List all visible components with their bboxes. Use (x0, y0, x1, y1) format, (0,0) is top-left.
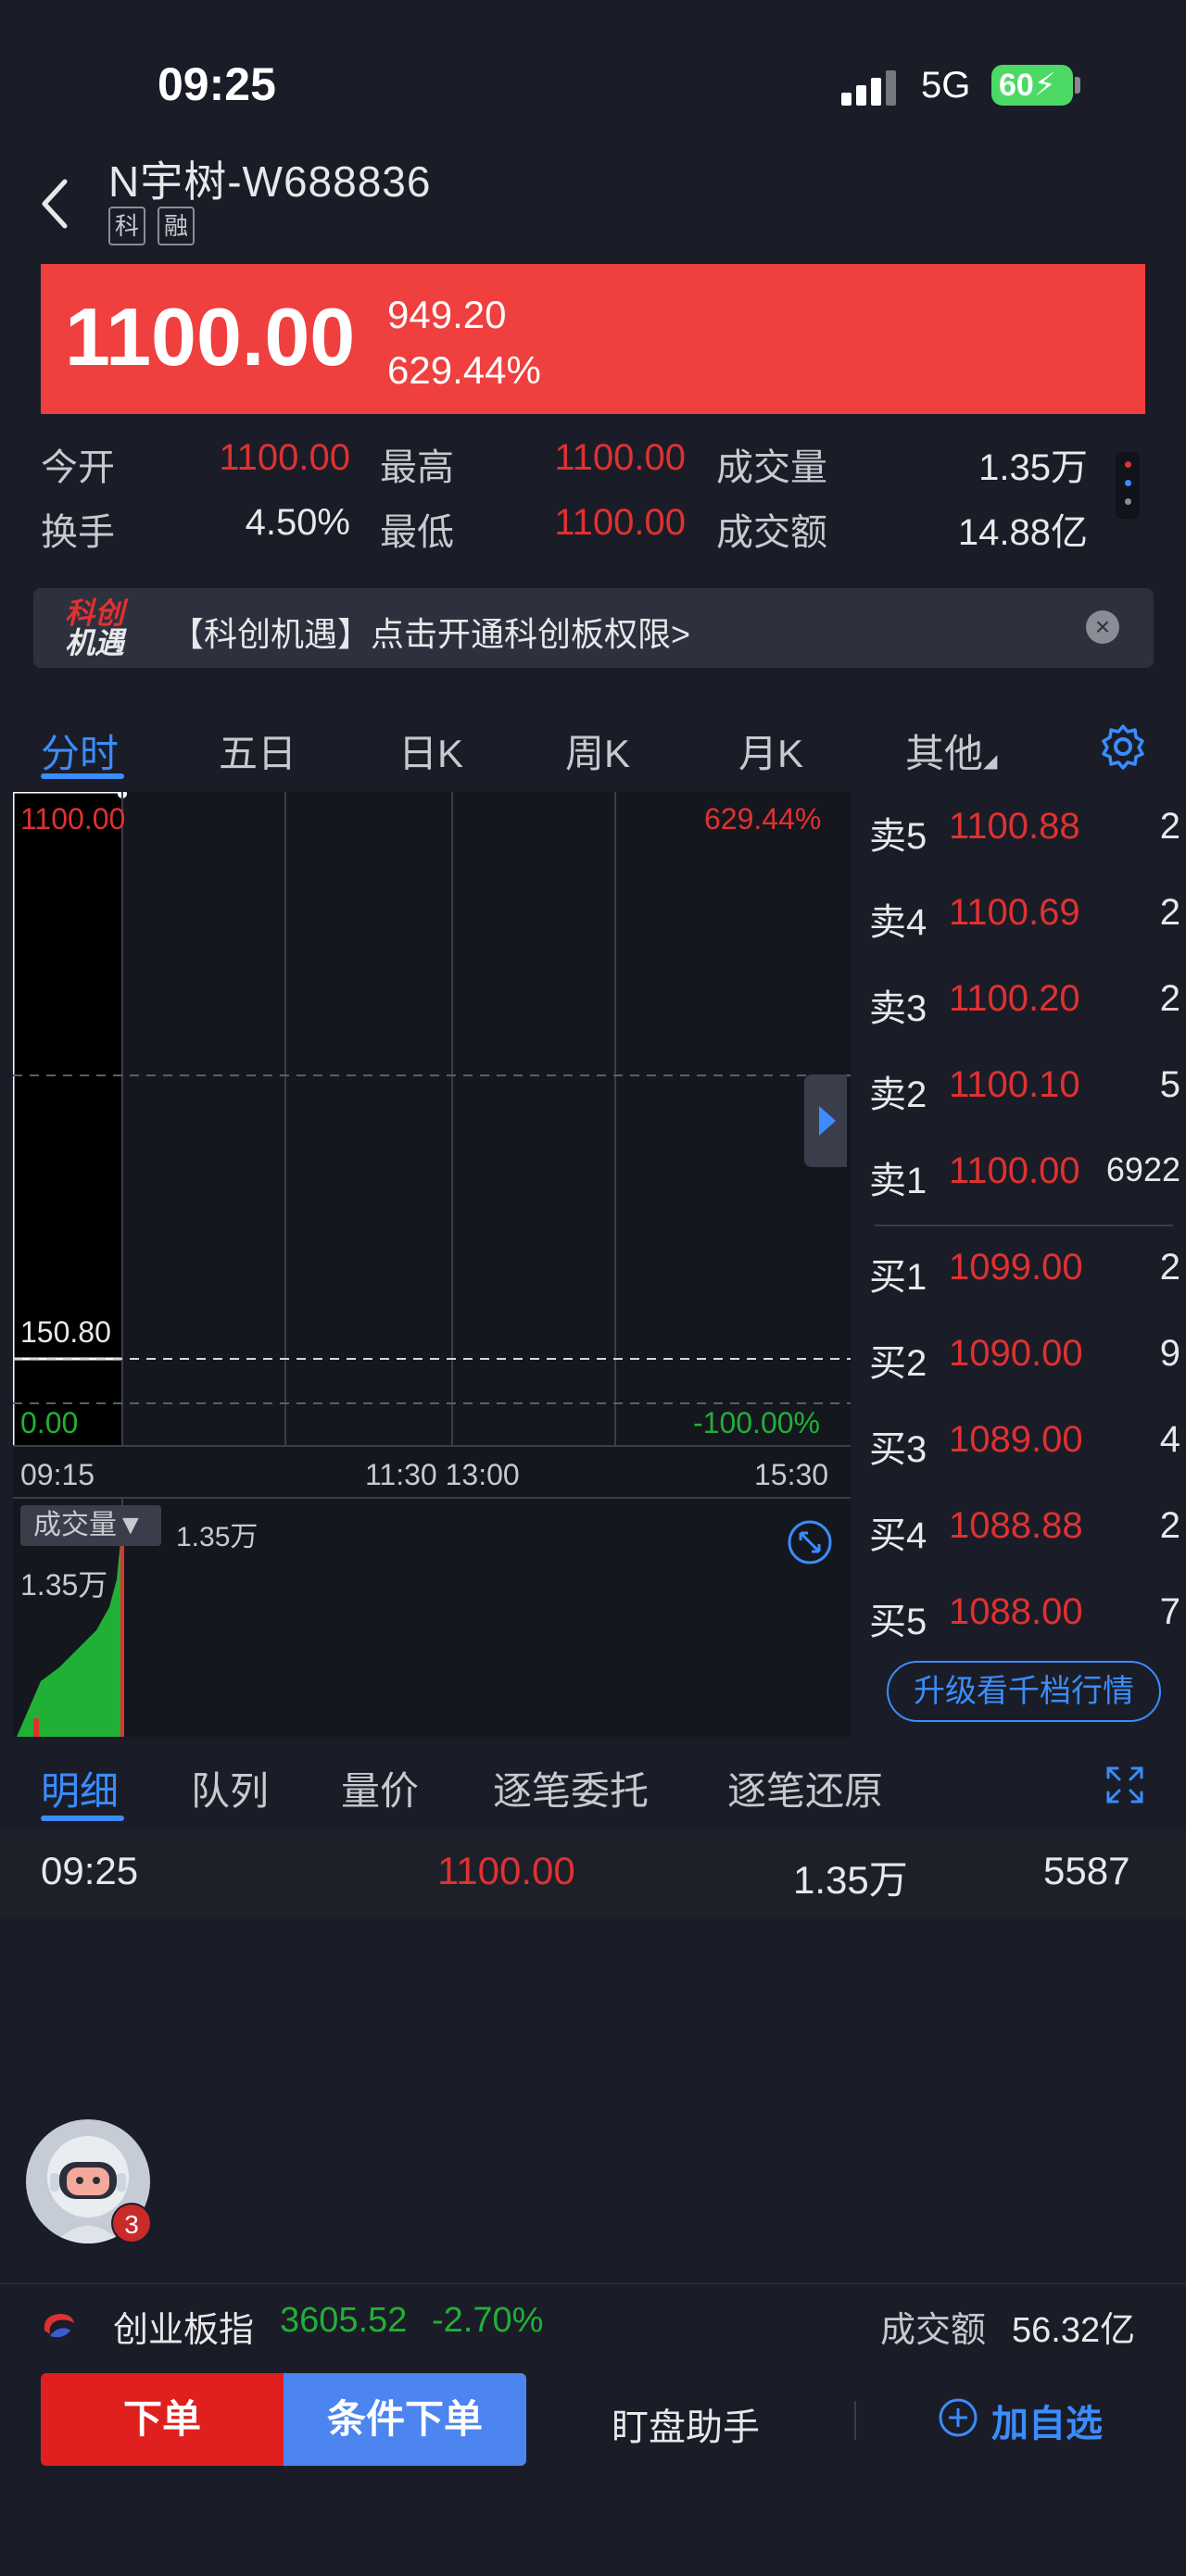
stat-low-value: 1100.00 (554, 502, 686, 543)
volume-value: 1.35万 (176, 1522, 259, 1552)
tick-volume: 1.35万 (793, 1858, 908, 1902)
stat-amount-value: 14.88亿 (957, 512, 1088, 553)
tab-underline (41, 773, 124, 779)
conditional-order-button[interactable]: 条件下单 (284, 2373, 526, 2466)
status-time: 09:25 (158, 58, 276, 110)
order-book-divider (875, 1225, 1173, 1226)
battery-tip (1075, 77, 1080, 94)
tick-time: 09:25 (41, 1849, 139, 1892)
change-amount: 949.20 (387, 293, 507, 336)
promo-logo: 科创 机遇 (65, 597, 125, 660)
stat-volume-value: 1.35万 (978, 447, 1088, 488)
index-name: 创业板指 (113, 2311, 255, 2350)
stat-volume-label: 成交量 (716, 447, 827, 488)
chart-pct-max: 629.44% (704, 802, 822, 836)
tab-monthly-k[interactable]: 月K (738, 723, 803, 779)
order-button[interactable]: 下单 (41, 2373, 284, 2466)
close-icon[interactable]: × (1086, 610, 1119, 644)
tick-price: 1100.00 (437, 1849, 575, 1892)
change-percent: 629.44% (387, 348, 541, 392)
watch-assistant-button[interactable]: 盯盘助手 (612, 2397, 760, 2451)
stat-low-label: 最低 (380, 512, 454, 553)
tab-volume-price[interactable]: 量价 (341, 1760, 419, 1816)
tab-daily-k[interactable]: 日K (398, 723, 463, 779)
add-watchlist-button[interactable]: 加自选 (991, 2394, 1103, 2447)
tab-five-day[interactable]: 五日 (219, 723, 296, 779)
volume-bar (120, 1516, 124, 1737)
upgrade-level2-button[interactable]: 升级看千档行情 (887, 1661, 1161, 1722)
index-turnover-label: 成交额 (880, 2311, 987, 2350)
current-price: 1100.00 (65, 291, 356, 383)
chinext-logo-icon (44, 2314, 74, 2338)
stat-high-value: 1100.00 (554, 437, 686, 478)
gear-icon[interactable] (1099, 723, 1147, 771)
chart-ref-price: 150.80 (20, 1315, 111, 1349)
fullscreen-icon[interactable] (1104, 1765, 1145, 1805)
stat-open-label: 今开 (41, 447, 115, 488)
tag-star-market: 科 (108, 207, 145, 245)
promo-text[interactable]: 【科创机遇】点击开通科创板权限> (170, 608, 690, 656)
bid-row: 买3 1089.00 4 (869, 1419, 1180, 1470)
tab-queue[interactable]: 队列 (191, 1760, 269, 1816)
bid-row: 买2 1090.00 9 (869, 1333, 1180, 1384)
button-separator (854, 2401, 856, 2440)
chart-price-min: 0.00 (20, 1406, 79, 1439)
notification-badge: 3 (111, 2203, 152, 2243)
volume-axis-max: 1.35万 (20, 1568, 108, 1602)
plus-circle-icon (939, 2398, 978, 2437)
tick-count: 5587 (1043, 1849, 1130, 1892)
volume-bar (33, 1718, 39, 1737)
stat-amount-label: 成交额 (716, 512, 827, 553)
stock-name: N宇树-W (108, 157, 284, 206)
ask-row: 卖2 1100.10 5 (869, 1064, 1180, 1115)
chart-pct-min: -100.00% (693, 1406, 820, 1439)
battery-icon: 60⚡ (991, 65, 1073, 106)
chart-price-max: 1100.00 (20, 802, 126, 836)
bid-row: 买1 1099.00 2 (869, 1247, 1180, 1298)
bid-row: 买4 1088.88 2 (869, 1505, 1180, 1556)
chart-time-noon: 11:30 13:00 (365, 1458, 520, 1491)
chart-grid (13, 792, 851, 1737)
tab-weekly-k[interactable]: 周K (565, 723, 630, 779)
tab-other[interactable]: 其他◢ (905, 723, 997, 779)
volume-indicator-select[interactable]: 成交量▼ (20, 1505, 161, 1546)
stat-turnover-value: 4.50% (245, 502, 350, 543)
index-value: 3605.52 (280, 2301, 408, 2340)
tab-intraday[interactable]: 分时 (41, 723, 119, 779)
stock-code: 688836 (283, 157, 432, 206)
volume-area (17, 1524, 122, 1737)
chart-time-open: 09:15 (20, 1458, 95, 1491)
detail-tab-underline (41, 1816, 124, 1821)
index-turnover: 56.32亿 (1012, 2311, 1136, 2350)
chart-time-close: 15:30 (754, 1458, 829, 1491)
tag-margin: 融 (158, 207, 195, 245)
stock-title: N宇树-W688836 (108, 148, 431, 209)
ask-row: 卖4 1100.69 2 (869, 892, 1180, 943)
price-change: 949.20 629.44% (387, 287, 541, 398)
tab-details[interactable]: 明细 (41, 1760, 119, 1816)
signal-icon (841, 69, 899, 106)
ask-row: 卖5 1100.88 2 (869, 806, 1180, 857)
battery-level: 60 (999, 68, 1034, 103)
bid-row: 买5 1088.00 7 (869, 1591, 1180, 1642)
stat-high-label: 最高 (380, 447, 454, 488)
tab-trade-replay[interactable]: 逐笔还原 (727, 1760, 883, 1816)
expand-panel-button[interactable] (804, 1074, 847, 1167)
network-type: 5G (921, 65, 971, 106)
ask-row: 卖3 1100.20 2 (869, 978, 1180, 1029)
stat-turnover-label: 换手 (41, 512, 115, 553)
play-icon (819, 1106, 836, 1136)
index-change: -2.70% (432, 2301, 544, 2340)
ask-row: 卖1 1100.00 6922 (869, 1150, 1180, 1201)
chart-svg (13, 792, 851, 1737)
back-icon[interactable] (37, 176, 74, 232)
tick-row (0, 1829, 1186, 1918)
tab-order-by-order[interactable]: 逐笔委托 (493, 1760, 649, 1816)
more-stats-icon[interactable] (1116, 452, 1140, 519)
stat-open-value: 1100.00 (219, 437, 350, 478)
